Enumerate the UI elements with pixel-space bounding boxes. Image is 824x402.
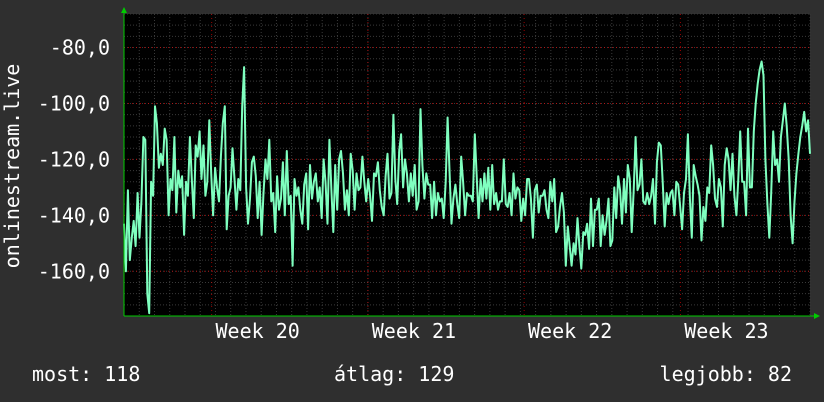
x-tick-label: Week 22: [528, 319, 612, 343]
stat-average: átlag: 129: [334, 362, 455, 386]
y-tick-label: -100,0: [38, 91, 110, 115]
y-axis-arrow: [121, 7, 127, 13]
x-axis-arrow: [814, 313, 820, 319]
y-tick-label: -140,0: [38, 203, 110, 227]
y-axis-label: onlinestream.live: [0, 64, 24, 269]
chart: -80,0-100,0-120,0-140,0-160,0 Week 20 Wee…: [0, 7, 820, 343]
y-tick-label: -160,0: [38, 259, 110, 283]
x-tick-label: Week 23: [684, 319, 768, 343]
x-tick-label: Week 21: [372, 319, 456, 343]
stat-current: most: 118: [32, 362, 141, 386]
y-axis-tick-labels: -80,0 -100,0 -120,0 -140,0 -160,0: [38, 36, 110, 284]
y-tick-label: -80,0: [50, 36, 110, 60]
x-axis-tick-labels: Week 20 Week 21 Week 22 Week 23: [216, 319, 769, 343]
plot-area: [124, 14, 810, 316]
y-tick-label: -120,0: [38, 147, 110, 171]
x-tick-label: Week 20: [216, 319, 300, 343]
stat-best: legjobb: 82: [659, 362, 792, 386]
